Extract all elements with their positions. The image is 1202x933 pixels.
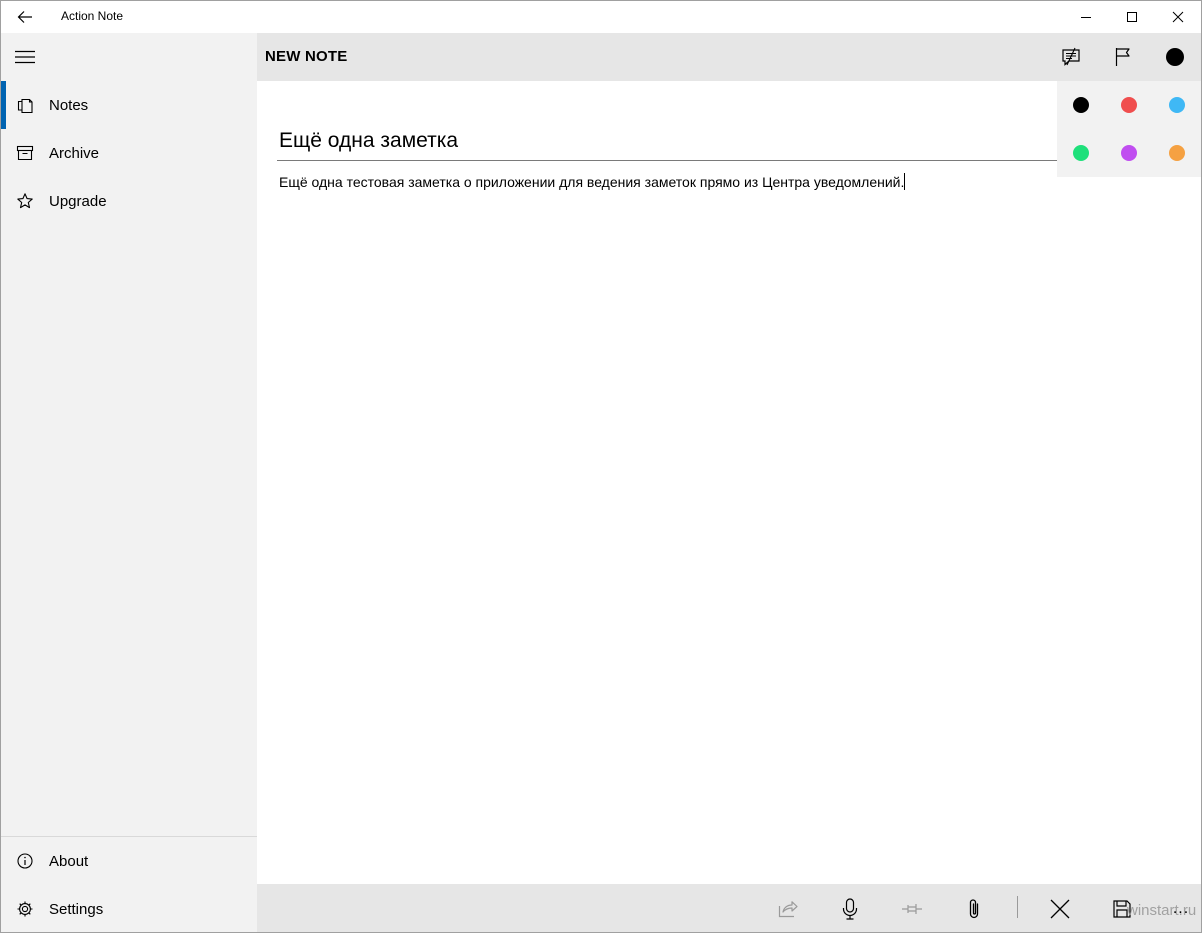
sidebar-item-label: About (49, 852, 89, 870)
microphone-icon (842, 897, 858, 920)
title-bar: Action Note (1, 1, 1201, 33)
attach-button[interactable] (943, 884, 1005, 932)
archive-icon (16, 145, 34, 161)
minimize-icon (1081, 17, 1091, 18)
pin-icon (902, 903, 922, 914)
color-swatch-orange[interactable] (1153, 129, 1201, 177)
maximize-icon (1127, 12, 1137, 22)
sidebar-item-label: Settings (49, 900, 104, 918)
window-title: Action Note (61, 9, 124, 23)
discard-icon (1050, 899, 1070, 918)
sidebar-item-label: Notes (49, 96, 89, 114)
color-dot-icon (1073, 145, 1089, 161)
close-button[interactable] (1155, 1, 1201, 33)
sidebar-item-notes[interactable]: Notes (1, 81, 257, 129)
page-title: NEW NOTE (265, 48, 348, 65)
note-title-input[interactable] (277, 121, 1057, 161)
text-caret (904, 173, 906, 190)
arrow-left-icon (17, 11, 32, 23)
color-swatch-blue[interactable] (1153, 81, 1201, 129)
app-window: Action Note Notes Archive Upgrade About … (0, 0, 1202, 933)
color-dot-icon (1169, 97, 1185, 113)
star-icon (17, 193, 33, 209)
more-label: ... (1172, 899, 1190, 917)
sidebar-item-settings[interactable]: Settings (1, 885, 257, 932)
color-swatch-green[interactable] (1057, 129, 1105, 177)
menu-button[interactable] (1, 33, 49, 81)
minimize-button[interactable] (1063, 1, 1109, 33)
color-swatch-black[interactable] (1057, 81, 1105, 129)
pin-button[interactable] (881, 884, 943, 932)
bottom-app-bar: winstart.ru ... (257, 884, 1201, 932)
notes-icon (17, 98, 33, 114)
more-button[interactable]: ... (1161, 884, 1201, 932)
note-body-text: Ещё одна тестовая заметка о приложении д… (279, 174, 905, 190)
color-palette (1057, 81, 1201, 177)
sidebar-item-about[interactable]: About (1, 837, 257, 885)
color-button[interactable] (1151, 33, 1199, 81)
sidebar-item-label: Archive (49, 144, 100, 162)
flag-button[interactable] (1099, 33, 1147, 81)
color-swatch-red[interactable] (1105, 81, 1153, 129)
maximize-button[interactable] (1109, 1, 1155, 33)
reminder-button[interactable] (1047, 33, 1095, 81)
microphone-button[interactable] (819, 884, 881, 932)
hamburger-icon (15, 50, 35, 64)
color-dot-icon (1169, 145, 1185, 161)
note-body-textarea[interactable]: Ещё одна тестовая заметка о приложении д… (279, 173, 1179, 773)
flag-icon (1115, 48, 1130, 66)
sidebar-item-archive[interactable]: Archive (1, 129, 257, 177)
color-dot-icon (1121, 145, 1137, 161)
close-icon (1172, 11, 1184, 23)
reminder-note-icon (1062, 47, 1080, 66)
sidebar: Notes Archive Upgrade About Settings (1, 33, 257, 932)
color-swatch-purple[interactable] (1105, 129, 1153, 177)
share-icon (778, 900, 798, 917)
share-button[interactable] (757, 884, 819, 932)
discard-button[interactable] (1029, 884, 1091, 932)
sidebar-item-upgrade[interactable]: Upgrade (1, 177, 257, 225)
color-dot-icon (1121, 97, 1137, 113)
back-button[interactable] (1, 1, 49, 33)
note-editor: Ещё одна тестовая заметка о приложении д… (257, 81, 1201, 884)
sidebar-item-label: Upgrade (49, 192, 107, 210)
info-icon (17, 853, 33, 869)
toolbar-separator (1017, 896, 1018, 918)
color-dot-icon (1166, 48, 1184, 66)
attach-icon (969, 898, 979, 918)
color-dot-icon (1073, 97, 1089, 113)
gear-icon (17, 901, 33, 917)
note-header: NEW NOTE (257, 33, 1201, 81)
